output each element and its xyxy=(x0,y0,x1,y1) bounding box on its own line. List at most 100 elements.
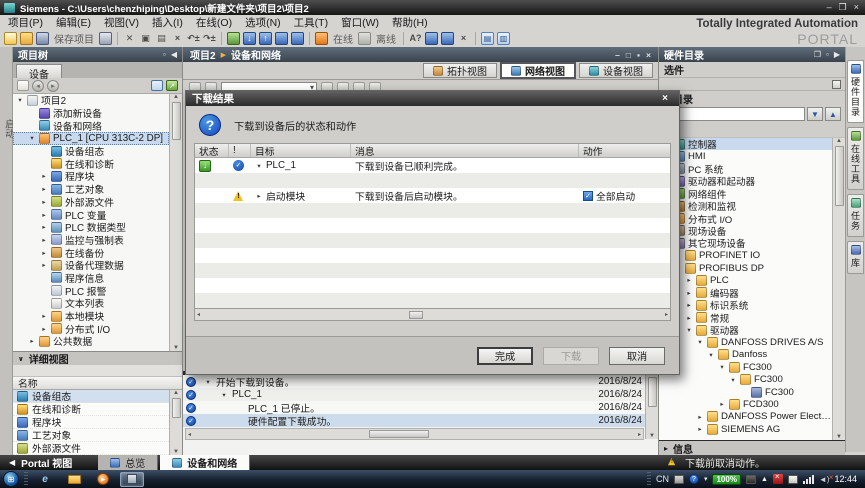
menu-item[interactable]: 窗口(W) xyxy=(341,15,379,30)
delete-icon[interactable]: × xyxy=(171,32,184,45)
tree-item[interactable]: ▸在线备份 xyxy=(13,246,169,259)
result-row[interactable]: ↓✓▾PLC_1下载到设备已顺利完成。 xyxy=(195,158,670,173)
close-editor-button[interactable]: × xyxy=(457,32,470,45)
compile-button[interactable] xyxy=(227,32,240,45)
help-tray-icon[interactable]: ? xyxy=(689,474,699,484)
expand-arrow[interactable]: ▸ xyxy=(685,301,693,309)
power-plug-icon[interactable] xyxy=(746,475,756,484)
start-cpu-button[interactable] xyxy=(275,32,288,45)
save-project-button[interactable] xyxy=(36,32,49,45)
tree-item[interactable]: 文本列表 xyxy=(13,297,169,310)
show-window-button[interactable] xyxy=(425,32,438,45)
cut-icon[interactable]: ✕ xyxy=(123,32,136,45)
print-button[interactable] xyxy=(99,32,112,45)
detail-view-scrollbar[interactable]: ▲▼ xyxy=(169,390,182,455)
start-panel-strip[interactable]: 启动 xyxy=(0,47,13,455)
editor-minimize-icon[interactable]: – xyxy=(615,50,620,60)
expand-arrow[interactable]: ▸ xyxy=(685,314,693,322)
project-tree-scrollbar[interactable]: ▲▼ xyxy=(169,94,182,351)
collapse-panel-icon[interactable]: ◀ xyxy=(171,50,177,59)
tree-item[interactable]: ▸工艺对象 xyxy=(13,183,169,196)
expand-arrow[interactable]: ▸ xyxy=(40,211,48,219)
tree-item[interactable]: ▸程序块 xyxy=(13,170,169,183)
tree-item[interactable]: 添加新设备 xyxy=(13,107,169,120)
catalog-item[interactable]: ▾FC300 xyxy=(659,373,832,385)
log-row[interactable]: ✓PLC_1 已停止。2016/8/24 xyxy=(183,401,658,414)
tree-item[interactable]: ▸PLC 数据类型 xyxy=(13,221,169,234)
log-hscrollbar[interactable]: ◂▸ xyxy=(185,428,644,440)
side-tab-online-tools[interactable]: 在线工具 xyxy=(847,127,864,190)
download-to-device-button[interactable]: ↓ xyxy=(243,32,256,45)
expand-arrow[interactable]: ▸ xyxy=(40,198,48,206)
catalog-item[interactable]: ▾驱动器 xyxy=(659,324,832,336)
minimize-button[interactable]: – xyxy=(827,2,832,13)
portal-view-switch[interactable]: ◀ Portal 视图 xyxy=(0,455,72,470)
tia-portal-taskbar-icon[interactable] xyxy=(120,472,144,487)
tab-topology-view[interactable]: 拓扑视图 xyxy=(423,63,497,78)
action-center-flag-icon[interactable] xyxy=(773,474,783,484)
collapse-panel-right-icon[interactable]: ▶ xyxy=(834,50,840,59)
tree-item[interactable]: PLC 报警 xyxy=(13,284,169,297)
catalog-item[interactable]: 检测和监视 xyxy=(659,200,832,212)
link-online-icon[interactable]: ↗ xyxy=(166,80,178,91)
search-down-icon[interactable]: ▼ xyxy=(807,107,823,121)
tree-item[interactable]: ▸本地模块 xyxy=(13,310,169,323)
network-signal-icon[interactable] xyxy=(803,475,814,484)
expand-arrow[interactable]: ▸ xyxy=(685,276,693,284)
detail-view-row[interactable]: 外部源文件 xyxy=(13,442,169,455)
editor-tab-devnet[interactable]: 设备和网络 xyxy=(160,455,250,470)
catalog-item[interactable]: 网络组件 xyxy=(659,188,832,200)
catalog-item[interactable]: ▸DANFOSS Power Electronics A/S xyxy=(659,411,832,423)
open-project-button[interactable] xyxy=(20,32,33,45)
expand-arrow[interactable]: ▸ xyxy=(40,249,48,257)
tree-item[interactable]: ▸监控与强制表 xyxy=(13,234,169,247)
info-pane-header[interactable]: ▸ 信息 xyxy=(659,440,845,455)
undo-button[interactable]: ↶± xyxy=(187,32,200,45)
expand-arrow[interactable]: ▸ xyxy=(40,185,48,193)
stop-cpu-button[interactable] xyxy=(291,32,304,45)
catalog-item[interactable]: ▾Danfoss xyxy=(659,349,832,361)
new-project-button[interactable] xyxy=(4,32,17,45)
catalog-item[interactable]: PROFIBUS DP xyxy=(659,262,832,274)
dialog-close-icon[interactable]: × xyxy=(657,93,673,105)
tree-item[interactable]: ▾PLC_1 [CPU 313C-2 DP] xyxy=(13,132,169,145)
catalog-item[interactable]: ▸SIEMENS AG xyxy=(659,423,832,435)
file-explorer-icon[interactable] xyxy=(62,472,86,487)
ime-caret-icon[interactable]: ▾ xyxy=(704,475,708,483)
editor-close-icon[interactable]: × xyxy=(646,50,651,60)
catalog-item[interactable]: 驱动器和起动器 xyxy=(659,175,832,187)
menu-item[interactable]: 选项(N) xyxy=(245,15,281,30)
download-button[interactable]: 下载 xyxy=(543,347,599,365)
tab-devices[interactable]: 设备 xyxy=(16,64,62,78)
catalog-item[interactable]: ▸常规 xyxy=(659,311,832,323)
catalog-item[interactable]: FC300 xyxy=(659,386,832,398)
catalog-item[interactable]: ▾FC300 xyxy=(659,361,832,373)
menu-item[interactable]: 帮助(H) xyxy=(392,15,428,30)
editor-maximize-icon[interactable]: ▪ xyxy=(637,50,640,60)
menu-item[interactable]: 项目(P) xyxy=(8,15,43,30)
catalog-item[interactable]: 控制器 xyxy=(659,138,832,150)
tree-item[interactable]: ▸外部源文件 xyxy=(13,196,169,209)
log-row[interactable]: ✓▾开始下载到设备。2016/8/24 xyxy=(183,375,658,388)
tree-item[interactable]: ▸公共数据 xyxy=(13,335,169,348)
expand-arrow[interactable]: ▾ xyxy=(204,378,212,386)
expand-arrow[interactable]: ▸ xyxy=(40,261,48,269)
catalog-item[interactable]: 其它现场设备 xyxy=(659,237,832,249)
pin-panel-icon[interactable]: ▫ xyxy=(826,50,829,59)
search-up-icon[interactable]: ▲ xyxy=(825,107,841,121)
expand-arrow[interactable]: ▸ xyxy=(685,289,693,297)
log-row[interactable]: ✓▾PLC_12016/8/24 xyxy=(183,388,658,401)
copy-icon[interactable]: ▣ xyxy=(139,32,152,45)
expand-arrow[interactable]: ▾ xyxy=(729,376,737,384)
expand-arrow[interactable]: ▾ xyxy=(16,96,24,104)
tree-item[interactable]: ▸PLC 变量 xyxy=(13,208,169,221)
close-button[interactable]: × xyxy=(854,2,859,13)
tab-device-view[interactable]: 设备视图 xyxy=(579,63,653,78)
menu-item[interactable]: 视图(V) xyxy=(104,15,139,30)
expand-arrow[interactable]: ▸ xyxy=(696,413,704,421)
tree-item[interactable]: ▸设备代理数据 xyxy=(13,259,169,272)
detail-view-header[interactable]: ∨ 详细视图 xyxy=(13,351,182,365)
help-cursor-button[interactable]: A? xyxy=(409,32,422,45)
expand-arrow[interactable]: ▾ xyxy=(685,326,693,334)
back-icon[interactable]: ◂ xyxy=(32,80,44,92)
